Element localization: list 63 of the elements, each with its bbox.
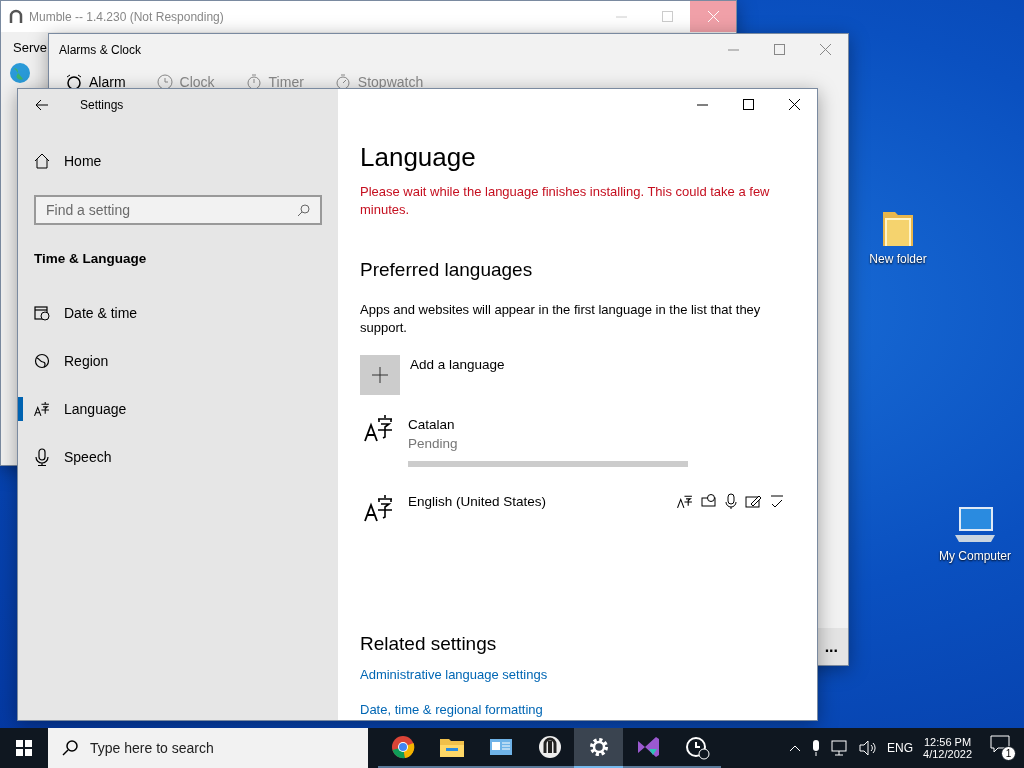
settings-link[interactable]: Date, time & regional formatting	[360, 702, 795, 717]
maximize-icon[interactable]	[742, 99, 754, 110]
alarm-icon	[65, 73, 83, 91]
calendar-clock-icon	[34, 305, 50, 321]
language-icon	[34, 401, 50, 417]
page-title: Language	[360, 142, 477, 173]
taskbar-app[interactable]	[574, 728, 623, 768]
desktop-icon-label[interactable]: My Computer	[939, 549, 1011, 563]
nav-item[interactable]: Date & time	[18, 289, 338, 337]
nav-item[interactable]: Language	[18, 385, 338, 433]
search-field[interactable]: Find a setting	[34, 195, 322, 225]
close-icon[interactable]	[788, 99, 800, 110]
input-language[interactable]: ENG	[887, 741, 914, 755]
notification-badge: 1	[1001, 746, 1016, 761]
windows-logo-icon[interactable]	[16, 740, 32, 756]
nav-item[interactable]: Region	[18, 337, 338, 385]
back-arrow-icon[interactable]	[35, 98, 49, 111]
chevron-up-icon[interactable]	[789, 744, 802, 752]
menu-item[interactable]: Serve	[13, 40, 47, 55]
search-icon	[62, 740, 78, 756]
computer-icon	[953, 505, 997, 545]
timer-icon	[244, 73, 263, 91]
taskbar-search-field[interactable]: Type here to search	[48, 728, 368, 768]
nav-item[interactable]: Speech	[18, 433, 338, 481]
add-language-label[interactable]: Add a language	[410, 357, 505, 372]
pen-icon	[745, 493, 761, 509]
more-button[interactable]: ...	[824, 637, 838, 656]
settings-icon[interactable]	[587, 736, 610, 758]
microphone-icon[interactable]	[811, 740, 822, 756]
clock-icon	[155, 73, 174, 91]
alarm-clock-icon[interactable]	[683, 734, 710, 760]
spell-check-icon	[769, 493, 785, 509]
description-text: Apps and websites will appear in the first language in the list that they support.	[360, 301, 762, 337]
language-icon	[677, 493, 693, 509]
stopwatch-icon	[333, 73, 352, 91]
tab[interactable]: Alarm	[65, 73, 126, 91]
settings-link[interactable]: Administrative language settings	[360, 667, 795, 682]
network-icon[interactable]	[831, 740, 850, 756]
language-icon	[364, 493, 394, 523]
microphone-icon	[34, 448, 50, 466]
status-text: Pending	[408, 436, 459, 451]
section-heading: Preferred languages	[360, 259, 534, 281]
section-heading: Time & Language	[34, 250, 147, 266]
home-icon	[34, 153, 50, 169]
install-warning: Please wait while the language finishes installing. This could take a few minutes.	[360, 183, 771, 219]
studio-icon[interactable]	[635, 735, 660, 759]
folder-icon[interactable]	[439, 737, 464, 757]
desktop-icon-label[interactable]: New folder	[869, 252, 927, 266]
window-title: Mumble -- 1.4.230 (Not Responding)	[29, 9, 225, 24]
language-icon	[364, 413, 394, 443]
microphone-icon	[725, 493, 737, 509]
chrome-icon[interactable]	[390, 735, 415, 759]
window-title: Settings	[80, 97, 125, 112]
language-name[interactable]: English (United States)	[408, 493, 547, 509]
language-name[interactable]: Catalan	[408, 417, 455, 432]
control-panel-icon[interactable]	[488, 737, 513, 757]
nav-item[interactable]: Home	[18, 137, 338, 185]
search-icon	[297, 203, 310, 217]
window-title: Alarms & Clock	[59, 42, 142, 57]
volume-icon[interactable]	[859, 740, 878, 756]
taskbar-clock[interactable]: 12:56 PM 4/12/2022	[923, 736, 972, 760]
plus-icon	[372, 367, 388, 383]
section-heading: Related settings	[360, 633, 498, 655]
